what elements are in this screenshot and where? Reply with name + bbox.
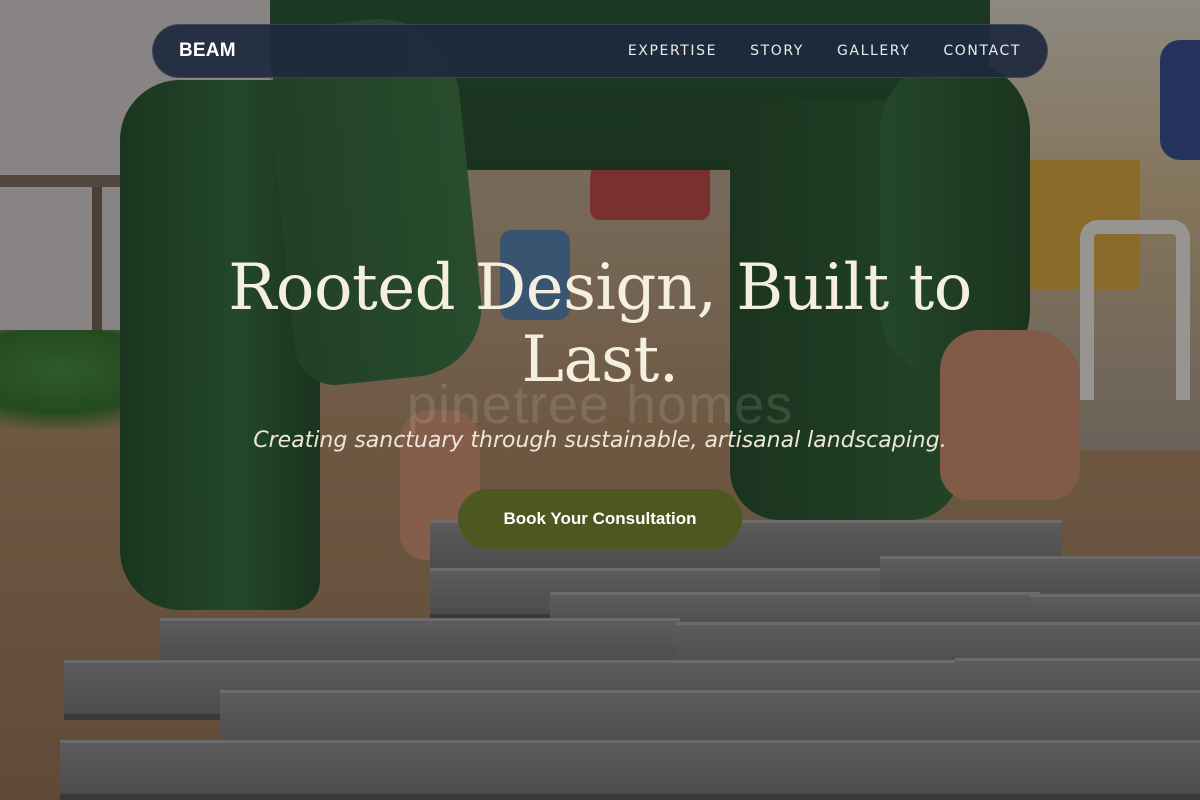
top-navigation-bar: BEAM EXPERTISE STORY GALLERY CONTACT [152, 24, 1048, 78]
watermark-text: pinetree homes [406, 375, 794, 435]
nav-link-contact[interactable]: CONTACT [943, 43, 1021, 59]
hero-section: BEAM EXPERTISE STORY GALLERY CONTACT Roo… [0, 0, 1200, 800]
hero-content: Rooted Design, Built to Last. pinetree h… [0, 252, 1200, 549]
nav-link-expertise[interactable]: EXPERTISE [628, 43, 717, 59]
brand-logo[interactable]: BEAM [179, 40, 236, 62]
nav-link-gallery[interactable]: GALLERY [837, 43, 910, 59]
book-consultation-button[interactable]: Book Your Consultation [458, 489, 742, 549]
nav-links: EXPERTISE STORY GALLERY CONTACT [628, 43, 1021, 59]
nav-link-story[interactable]: STORY [750, 43, 804, 59]
